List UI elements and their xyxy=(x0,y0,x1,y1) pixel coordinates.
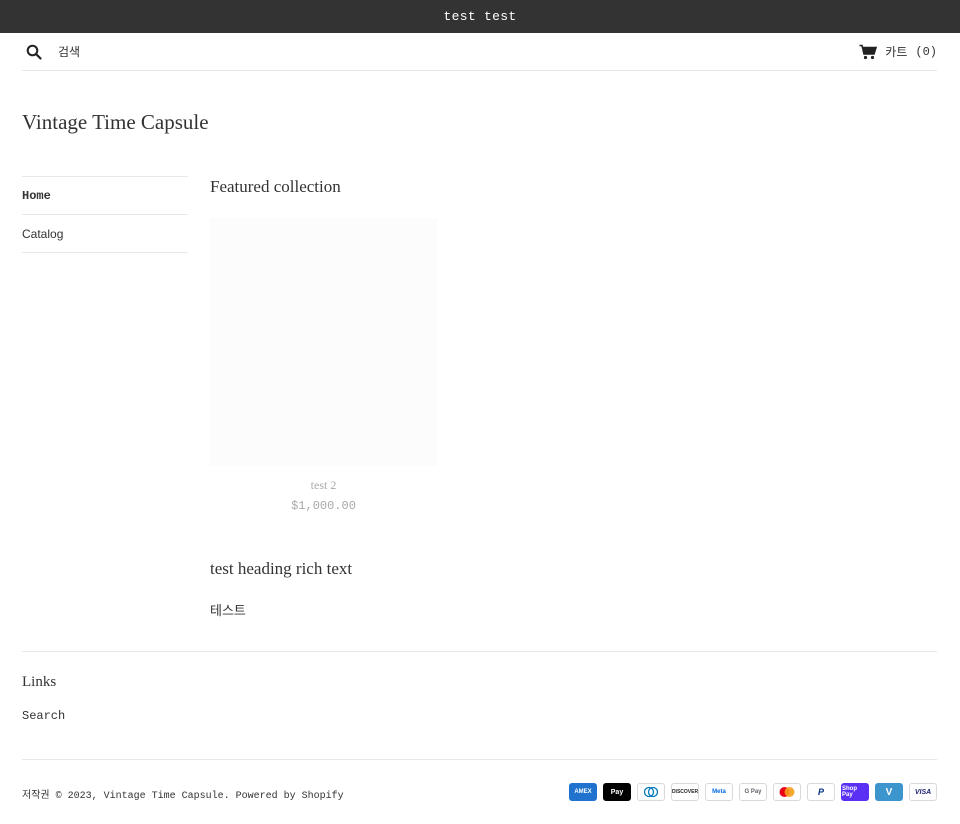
visa-icon: VISA xyxy=(909,783,937,801)
product-title[interactable]: test 2 xyxy=(210,478,437,493)
announcement-text: test test xyxy=(443,9,517,24)
product-image[interactable] xyxy=(210,218,437,466)
product-price: $1,000.00 xyxy=(291,499,356,513)
featured-collection-heading: Featured collection xyxy=(210,177,341,196)
product-card[interactable]: test 2 $1,000.00 xyxy=(210,218,437,513)
shop-pay-icon: Shop Pay xyxy=(841,783,869,801)
search-link[interactable]: 검색 xyxy=(22,40,80,64)
search-label[interactable]: 검색 xyxy=(58,43,80,60)
footer-divider-bottom xyxy=(22,759,937,760)
footer-link-search[interactable]: Search xyxy=(22,709,65,723)
venmo-icon: V xyxy=(875,783,903,801)
payment-icons: AMEX Pay DISCOVER Meta G Pay P Shop Pay … xyxy=(569,783,937,801)
mastercard-icon xyxy=(773,783,801,801)
copyright-text: © 2023, Vintage Time Capsule. Powered by… xyxy=(55,791,344,802)
cart-link[interactable]: 카트 (0) xyxy=(859,43,937,60)
amex-icon: AMEX xyxy=(569,783,597,801)
rich-text-body: 테스트 xyxy=(210,604,246,619)
diners-club-icon xyxy=(637,783,665,801)
footer-links-heading: Links xyxy=(22,674,57,690)
site-title[interactable]: Vintage Time Capsule xyxy=(22,110,209,135)
copyright-prefix: 저작권 xyxy=(22,791,50,802)
google-pay-icon: G Pay xyxy=(739,783,767,801)
rich-text-heading: test heading rich text xyxy=(210,559,353,578)
sidebar-nav: Home Catalog xyxy=(22,176,188,253)
sidebar-item-home[interactable]: Home xyxy=(22,177,188,215)
sidebar-item-catalog[interactable]: Catalog xyxy=(22,215,188,253)
cart-label[interactable]: 카트 xyxy=(885,43,907,60)
header-bar: 검색 카트 (0) xyxy=(22,33,937,71)
announcement-bar: test test xyxy=(0,0,960,33)
discover-icon: DISCOVER xyxy=(671,783,699,801)
cart-count[interactable]: (0) xyxy=(915,45,937,59)
footer-divider xyxy=(22,651,937,652)
apple-pay-icon: Pay xyxy=(603,783,631,801)
copyright: 저작권 © 2023, Vintage Time Capsule. Powere… xyxy=(22,786,344,802)
meta-pay-icon: Meta xyxy=(705,783,733,801)
cart-icon[interactable] xyxy=(859,44,878,60)
search-icon[interactable] xyxy=(22,40,46,64)
paypal-icon: P xyxy=(807,783,835,801)
